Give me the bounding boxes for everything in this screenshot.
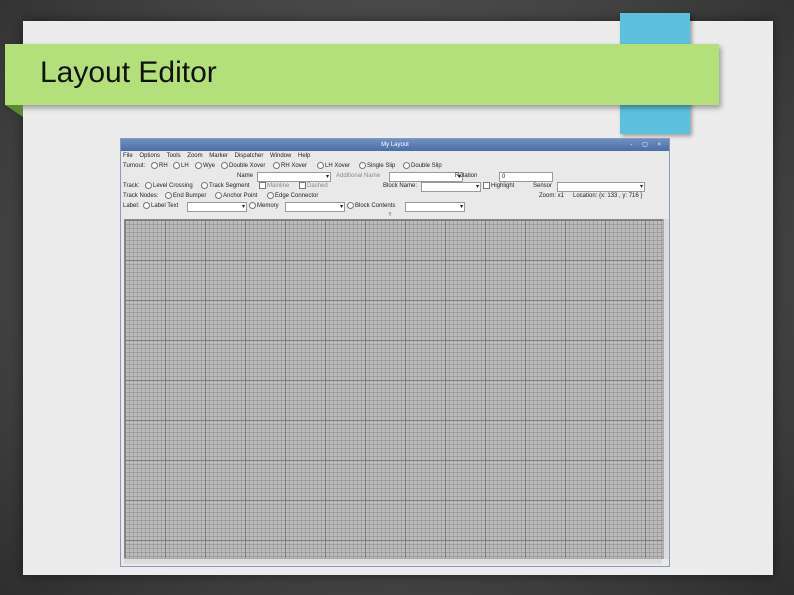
zoom-readout: Zoom: x1 xyxy=(539,193,565,199)
layout-editor-window: My Layout - ▢ × File Options Tools Zoom … xyxy=(120,138,670,567)
label-label: Label: xyxy=(123,203,140,209)
mainline-checkbox[interactable]: Mainline xyxy=(259,181,289,191)
menu-file[interactable]: File xyxy=(123,153,133,159)
radio-icon xyxy=(221,161,228,169)
track-row: Track: Level Crossing Track Segment Main… xyxy=(121,181,669,192)
radio-icon xyxy=(201,181,208,189)
node-end-bumper[interactable]: End Bumper xyxy=(165,191,206,201)
menu-dispatcher[interactable]: Dispatcher xyxy=(235,153,264,159)
name-row: Name Additional Name Rotation 0 xyxy=(121,171,669,182)
radio-icon xyxy=(403,161,410,169)
radio-icon xyxy=(359,161,366,169)
sensor-label: Sensor xyxy=(533,183,553,189)
menu-zoom[interactable]: Zoom xyxy=(187,153,202,159)
menu-help[interactable]: Help xyxy=(298,153,310,159)
checkbox-icon xyxy=(259,181,266,189)
checkbox-icon xyxy=(483,181,490,189)
track-label: Track: xyxy=(123,183,140,189)
radio-icon xyxy=(249,201,256,209)
window-controls[interactable]: - ▢ × xyxy=(630,139,665,151)
menu-options[interactable]: Options xyxy=(139,153,160,159)
radio-icon xyxy=(215,191,222,199)
radio-icon xyxy=(267,191,274,199)
turnout-lh[interactable]: LH xyxy=(173,161,189,171)
node-anchor-point[interactable]: Anchor Point xyxy=(215,191,257,201)
block-contents-dropdown[interactable] xyxy=(405,202,465,212)
highlight-checkbox[interactable]: Highlight xyxy=(483,181,514,191)
radio-icon xyxy=(143,201,150,209)
location-readout: Location: {x: 133 , y: 716 } xyxy=(573,193,643,199)
track-segment[interactable]: Track Segment xyxy=(201,181,249,191)
label-row: Label: Label Text Memory Block Contents xyxy=(121,201,669,212)
menu-bar: File Options Tools Zoom Marker Dispatche… xyxy=(121,151,669,161)
layout-canvas[interactable] xyxy=(124,219,664,559)
menu-window[interactable]: Window xyxy=(270,153,291,159)
turnout-rh[interactable]: RH xyxy=(151,161,168,171)
radio-icon xyxy=(195,161,202,169)
radio-icon xyxy=(145,181,152,189)
rotation-label: Rotation xyxy=(455,173,478,179)
radio-icon xyxy=(151,161,158,169)
node-edge-connector[interactable]: Edge Connector xyxy=(267,191,318,201)
slide-title: Layout Editor xyxy=(40,56,217,89)
radio-icon xyxy=(165,191,172,199)
turnout-single-slip[interactable]: Single Slip xyxy=(359,161,395,171)
name-label: Name xyxy=(237,173,254,179)
menu-marker[interactable]: Marker xyxy=(209,153,228,159)
radio-icon xyxy=(173,161,180,169)
track-nodes-label: Track Nodes: xyxy=(123,193,159,199)
radio-icon xyxy=(317,161,324,169)
turnout-double-xover[interactable]: Double Xover xyxy=(221,161,265,171)
label-text-option[interactable]: Label Text xyxy=(143,201,178,211)
title-fold xyxy=(5,105,23,117)
track-nodes-row: Track Nodes: End Bumper Anchor Point Edg… xyxy=(121,191,669,201)
memory-dropdown[interactable] xyxy=(285,202,345,212)
radio-icon xyxy=(347,201,354,209)
block-name-label: Block Name: xyxy=(383,183,418,189)
vertical-scrollbar[interactable] xyxy=(663,219,669,559)
turnout-rh-xover[interactable]: RH Xover xyxy=(273,161,307,171)
horizontal-scrollbar[interactable] xyxy=(124,558,662,564)
turnout-double-slip[interactable]: Double Slip xyxy=(403,161,442,171)
block-contents-option[interactable]: Block Contents xyxy=(347,201,395,211)
turnout-label: Turnout: xyxy=(123,163,146,169)
dashed-checkbox[interactable]: Dashed xyxy=(299,181,328,191)
menu-tools[interactable]: Tools xyxy=(167,153,181,159)
label-text-input[interactable] xyxy=(187,202,247,212)
turnout-wye[interactable]: Wye xyxy=(195,161,215,171)
turnout-lh-xover[interactable]: LH Xover xyxy=(317,161,350,171)
track-level-crossing[interactable]: Level Crossing xyxy=(145,181,193,191)
window-titlebar[interactable]: My Layout - ▢ × xyxy=(121,139,669,151)
toolbar-resize-grip[interactable]: ⠿ xyxy=(385,212,395,218)
radio-icon xyxy=(273,161,280,169)
turnout-row: Turnout: RH LH Wye Double Xover RH Xover… xyxy=(121,161,669,171)
memory-option[interactable]: Memory xyxy=(249,201,279,211)
checkbox-icon xyxy=(299,181,306,189)
window-title: My Layout xyxy=(381,142,409,148)
additional-name-label: Additional Name xyxy=(336,173,381,179)
